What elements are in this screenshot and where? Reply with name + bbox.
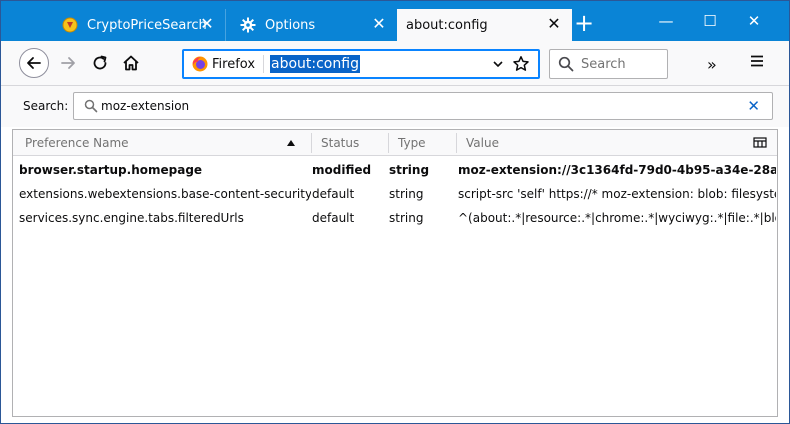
- pref-value: moz-extension://3c1364fd-79d0-4b95-a34e-…: [458, 163, 776, 177]
- pref-type: string: [389, 211, 424, 225]
- forward-button[interactable]: [54, 49, 82, 77]
- preferences-table: Preference Name Status Type Value browse…: [12, 129, 778, 417]
- config-search-label: Search:: [23, 99, 69, 113]
- title-bar: CryptoPriceSearch ✕ Options ✕ about:conf…: [1, 1, 789, 41]
- column-divider[interactable]: [456, 133, 457, 153]
- column-header-preference-name[interactable]: Preference Name: [25, 136, 129, 150]
- url-text[interactable]: about:config: [270, 55, 360, 73]
- pref-status: default: [312, 187, 355, 201]
- bookmark-star-icon[interactable]: [512, 55, 530, 73]
- reload-button[interactable]: [86, 49, 114, 77]
- tab-label: CryptoPriceSearch: [87, 17, 207, 33]
- maximize-button[interactable]: ☐: [699, 11, 721, 31]
- firefox-logo-icon: [192, 56, 208, 72]
- tab-label: Options: [265, 17, 316, 33]
- pref-status: modified: [312, 163, 372, 177]
- tab-cryptopricesearch[interactable]: CryptoPriceSearch ✕: [48, 9, 225, 41]
- pref-status: default: [312, 211, 355, 225]
- chevron-down-icon[interactable]: [492, 58, 504, 70]
- pref-value: script-src 'self' https://* moz-extensio…: [458, 187, 776, 201]
- column-picker-icon[interactable]: [753, 136, 767, 150]
- home-button[interactable]: [117, 49, 145, 77]
- browser-window: CryptoPriceSearch ✕ Options ✕ about:conf…: [0, 0, 790, 424]
- arrow-right-icon: [61, 57, 75, 69]
- identity-label: Firefox: [212, 57, 256, 72]
- column-header-type[interactable]: Type: [398, 136, 426, 150]
- config-search-input[interactable]: moz-extension ✕: [73, 92, 773, 120]
- minimize-button[interactable]: —: [655, 11, 677, 31]
- toolbar-overflow-button[interactable]: »: [707, 55, 717, 74]
- url-bar[interactable]: Firefox about:config: [182, 49, 540, 79]
- close-window-button[interactable]: ✕: [743, 11, 765, 31]
- pref-name: browser.startup.homepage: [19, 163, 203, 177]
- search-placeholder: Search: [581, 57, 626, 72]
- search-icon: [558, 56, 574, 72]
- tab-label: about:config: [406, 17, 488, 33]
- clear-search-icon[interactable]: ✕: [747, 97, 760, 115]
- table-row[interactable]: extensions.webextensions.base-content-se…: [13, 182, 777, 206]
- pref-name: extensions.webextensions.base-content-se…: [19, 187, 311, 201]
- arrow-left-icon: [27, 57, 41, 69]
- column-divider[interactable]: [311, 133, 312, 153]
- table-row[interactable]: services.sync.engine.tabs.filteredUrls d…: [13, 206, 777, 230]
- reload-icon: [93, 55, 107, 70]
- pref-type: string: [389, 187, 424, 201]
- navigation-toolbar: Firefox about:config Search »: [1, 41, 789, 86]
- pref-value: ^(about:.*|resource:.*|chrome:.*|wyciwyg…: [458, 211, 776, 225]
- column-header-status[interactable]: Status: [321, 136, 359, 150]
- column-header-value[interactable]: Value: [466, 136, 499, 150]
- table-row[interactable]: browser.startup.homepage modified string…: [13, 158, 777, 182]
- tab-close-icon[interactable]: ✕: [371, 16, 387, 32]
- hamburger-menu-button[interactable]: [749, 53, 765, 72]
- column-divider[interactable]: [388, 133, 389, 153]
- cryptopricesearch-favicon-icon: [62, 17, 78, 33]
- config-search-value: moz-extension: [101, 99, 190, 113]
- new-tab-button[interactable]: +: [573, 11, 595, 35]
- config-search-row: Search: moz-extension ✕: [1, 86, 789, 127]
- tab-close-icon[interactable]: ✕: [546, 16, 562, 32]
- tab-options[interactable]: Options ✕: [225, 9, 397, 41]
- back-button[interactable]: [19, 48, 49, 78]
- tab-about-config[interactable]: about:config ✕: [397, 9, 572, 41]
- table-header: Preference Name Status Type Value: [13, 130, 777, 156]
- pref-type: string: [389, 163, 430, 177]
- sort-ascending-icon: [287, 140, 295, 146]
- pref-name: services.sync.engine.tabs.filteredUrls: [19, 211, 244, 225]
- home-icon: [123, 55, 139, 71]
- url-separator: [263, 55, 264, 73]
- gear-icon: [240, 17, 256, 33]
- hamburger-menu-icon: [751, 55, 763, 67]
- search-icon: [84, 99, 98, 113]
- tab-close-icon[interactable]: ✕: [199, 16, 215, 32]
- web-search-box[interactable]: Search: [549, 49, 668, 79]
